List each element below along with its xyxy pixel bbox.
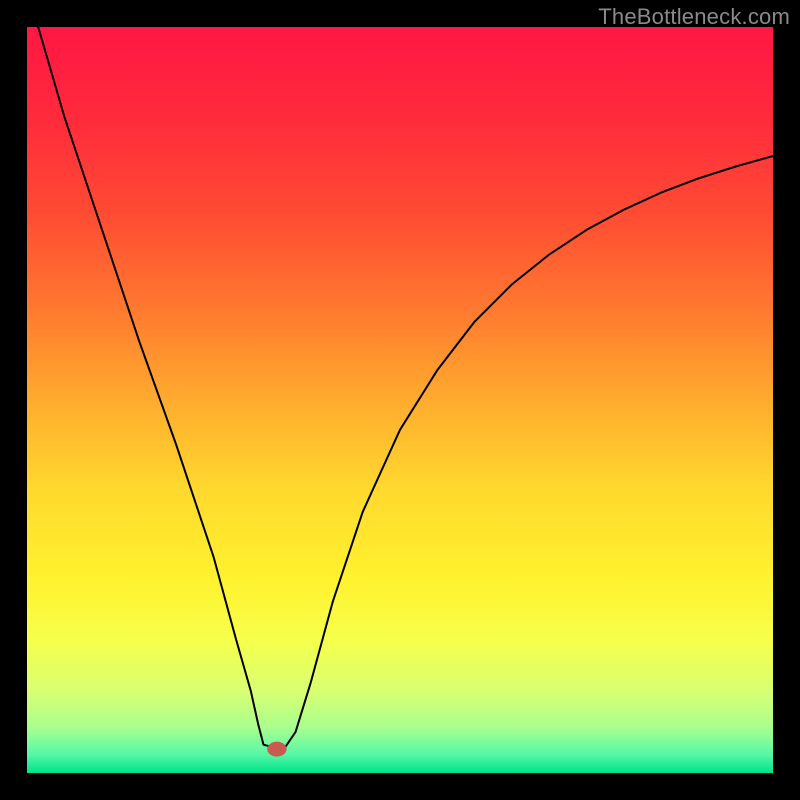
min-marker [267,742,286,757]
chart-frame: TheBottleneck.com [0,0,800,800]
plot-area [27,27,773,773]
gradient-background [27,27,773,773]
watermark-text: TheBottleneck.com [598,4,790,30]
chart-svg [27,27,773,773]
